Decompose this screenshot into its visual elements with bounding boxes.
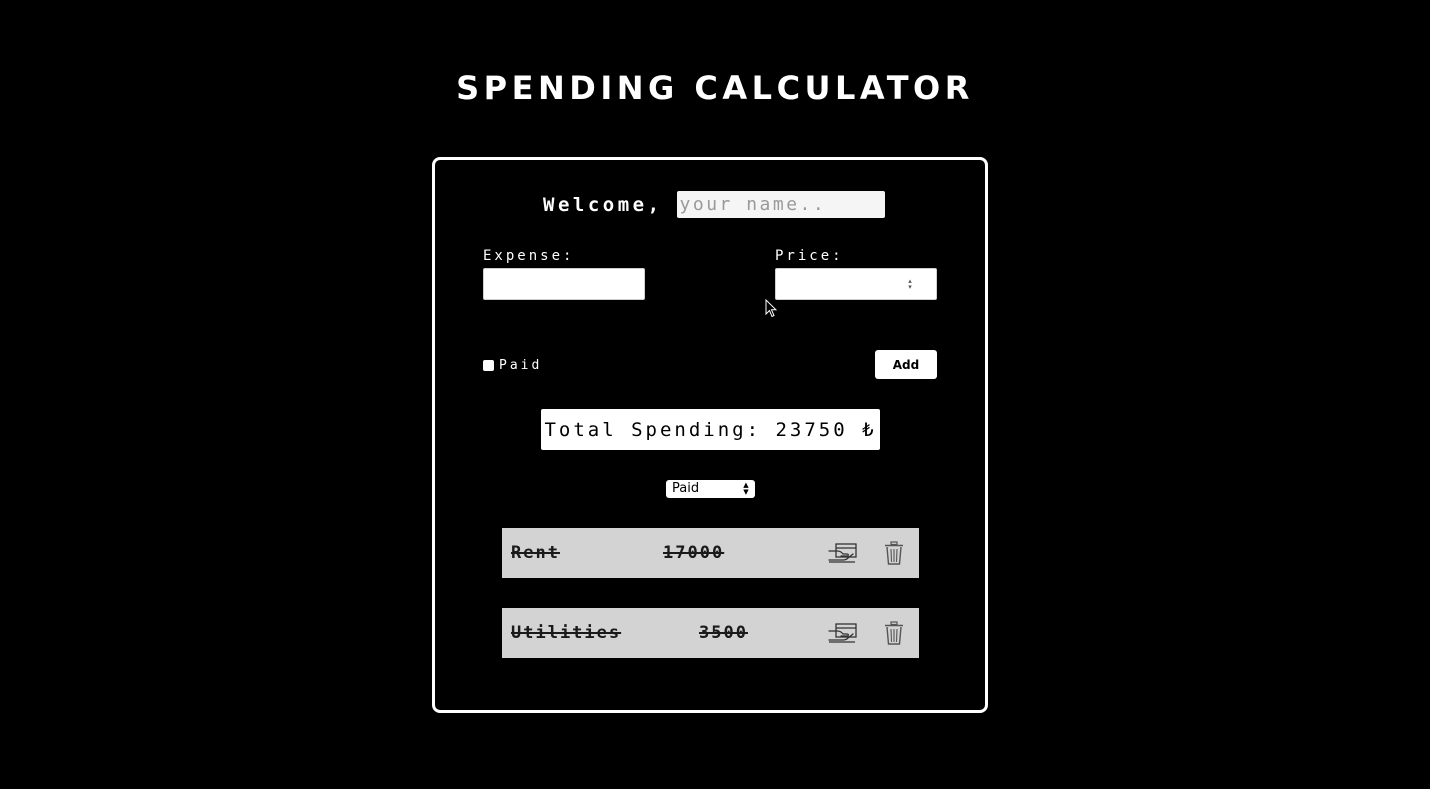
expense-item-name: Utilities <box>511 623 622 643</box>
expense-item-price: 17000 <box>663 543 725 563</box>
name-input[interactable] <box>676 191 885 218</box>
mouse-pointer-icon <box>765 299 777 318</box>
hand-card-icon[interactable] <box>828 622 858 644</box>
total-spending: Total Spending: 23750 ₺ <box>541 409 880 450</box>
hand-card-icon[interactable] <box>828 542 858 564</box>
filter-selected-value: Paid <box>672 481 700 496</box>
welcome-row: Welcome, <box>543 191 885 218</box>
add-button[interactable]: Add <box>875 350 937 379</box>
trash-icon[interactable] <box>884 541 904 565</box>
price-label: Price: <box>775 248 844 264</box>
select-arrows-icon: ▲ ▼ <box>743 481 749 496</box>
price-stepper[interactable]: ▴ ▾ <box>906 278 914 291</box>
page-title: SPENDING CALCULATOR <box>456 69 974 107</box>
filter-select[interactable]: Paid ▲ ▼ <box>666 480 755 498</box>
expense-label: Expense: <box>483 248 575 264</box>
calculator-card: Welcome, Expense: Price: ▴▾ Paid Add Tot… <box>432 157 988 713</box>
welcome-label: Welcome, <box>543 193 663 216</box>
expense-item: Rent 17000 <box>502 528 919 578</box>
paid-checkbox-label: Paid <box>499 358 543 373</box>
trash-icon[interactable] <box>884 621 904 645</box>
price-input[interactable]: ▴ ▾ <box>775 268 937 300</box>
paid-checkbox[interactable] <box>483 360 494 371</box>
expense-item-name: Rent <box>511 543 560 563</box>
paid-checkbox-row[interactable]: Paid <box>483 358 542 373</box>
expense-input[interactable] <box>483 268 645 300</box>
expense-item: Utilities 3500 <box>502 608 919 658</box>
expense-item-price: 3500 <box>699 623 748 643</box>
